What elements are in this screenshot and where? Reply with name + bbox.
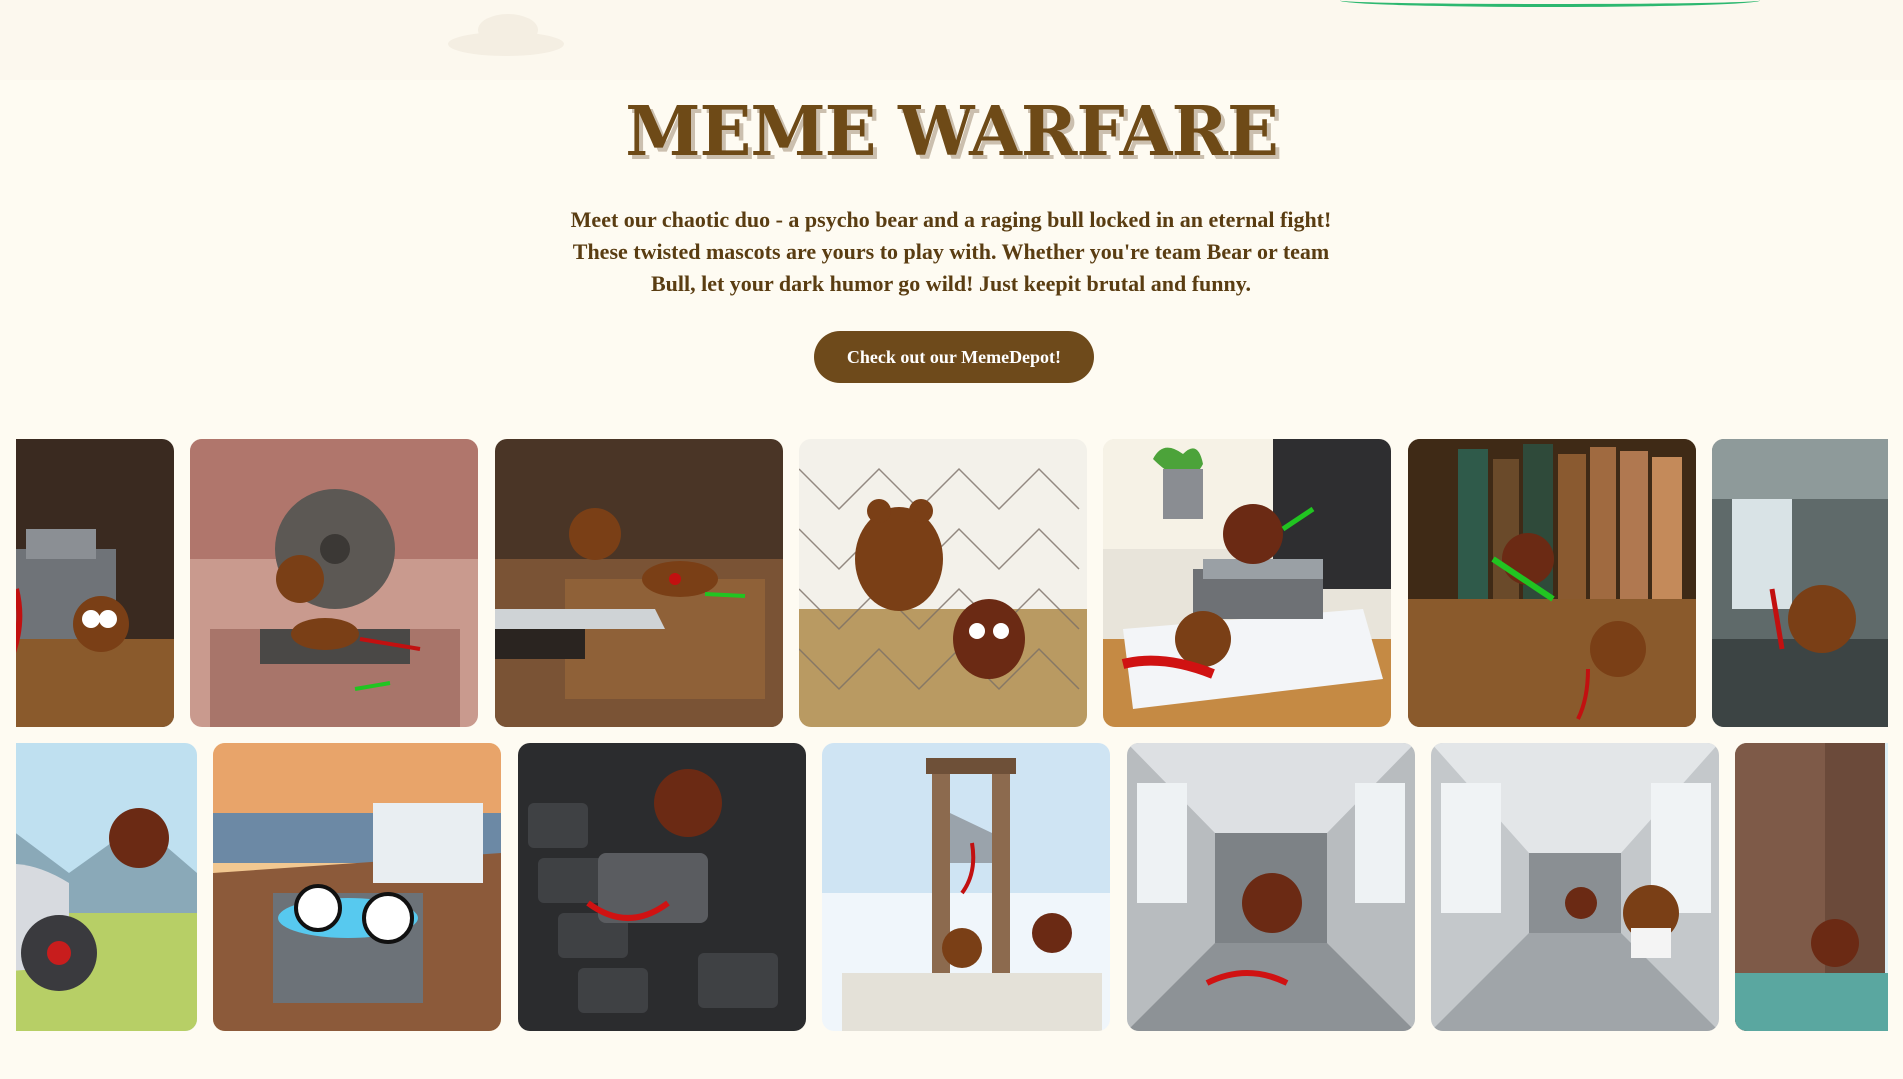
gallery-image-yacht-hot-tub[interactable] [213, 743, 501, 1031]
green-accent-arc [1340, 0, 1760, 7]
gallery-image-guillotine[interactable] [822, 743, 1110, 1031]
top-header-strip [0, 0, 1903, 80]
gallery-row-2 [16, 743, 1888, 1032]
gallery-image-waterfall-cliff[interactable] [1735, 743, 1888, 1031]
gallery-image-miter-saw[interactable] [190, 439, 478, 727]
meme-depot-button[interactable]: Check out our MemeDepot! [814, 331, 1094, 383]
gallery-image-subway-car-reading[interactable] [1431, 743, 1719, 1031]
cloud-decoration [448, 14, 564, 56]
gallery-image-motorcycle-meadow[interactable] [16, 743, 197, 1031]
page-title: MEME WARFARE [625, 92, 1279, 172]
gallery-image-electric-fence[interactable] [799, 439, 1087, 727]
gallery-image-abandoned-corridor[interactable] [1712, 439, 1888, 727]
gallery-image-stapler-desk[interactable] [1103, 439, 1391, 727]
gallery-image-vise-workbench[interactable] [16, 439, 174, 727]
hero-description: Meet our chaotic duo - a psycho bear and… [570, 207, 1332, 296]
gallery-image-subway-car[interactable] [1127, 743, 1415, 1031]
gallery-image-bookshelf[interactable] [1408, 439, 1696, 727]
gallery-row-1 [16, 439, 1888, 728]
gallery-image-keyboard-enter-key[interactable] [518, 743, 806, 1031]
gallery-image-knife-cutting-board[interactable] [495, 439, 783, 727]
